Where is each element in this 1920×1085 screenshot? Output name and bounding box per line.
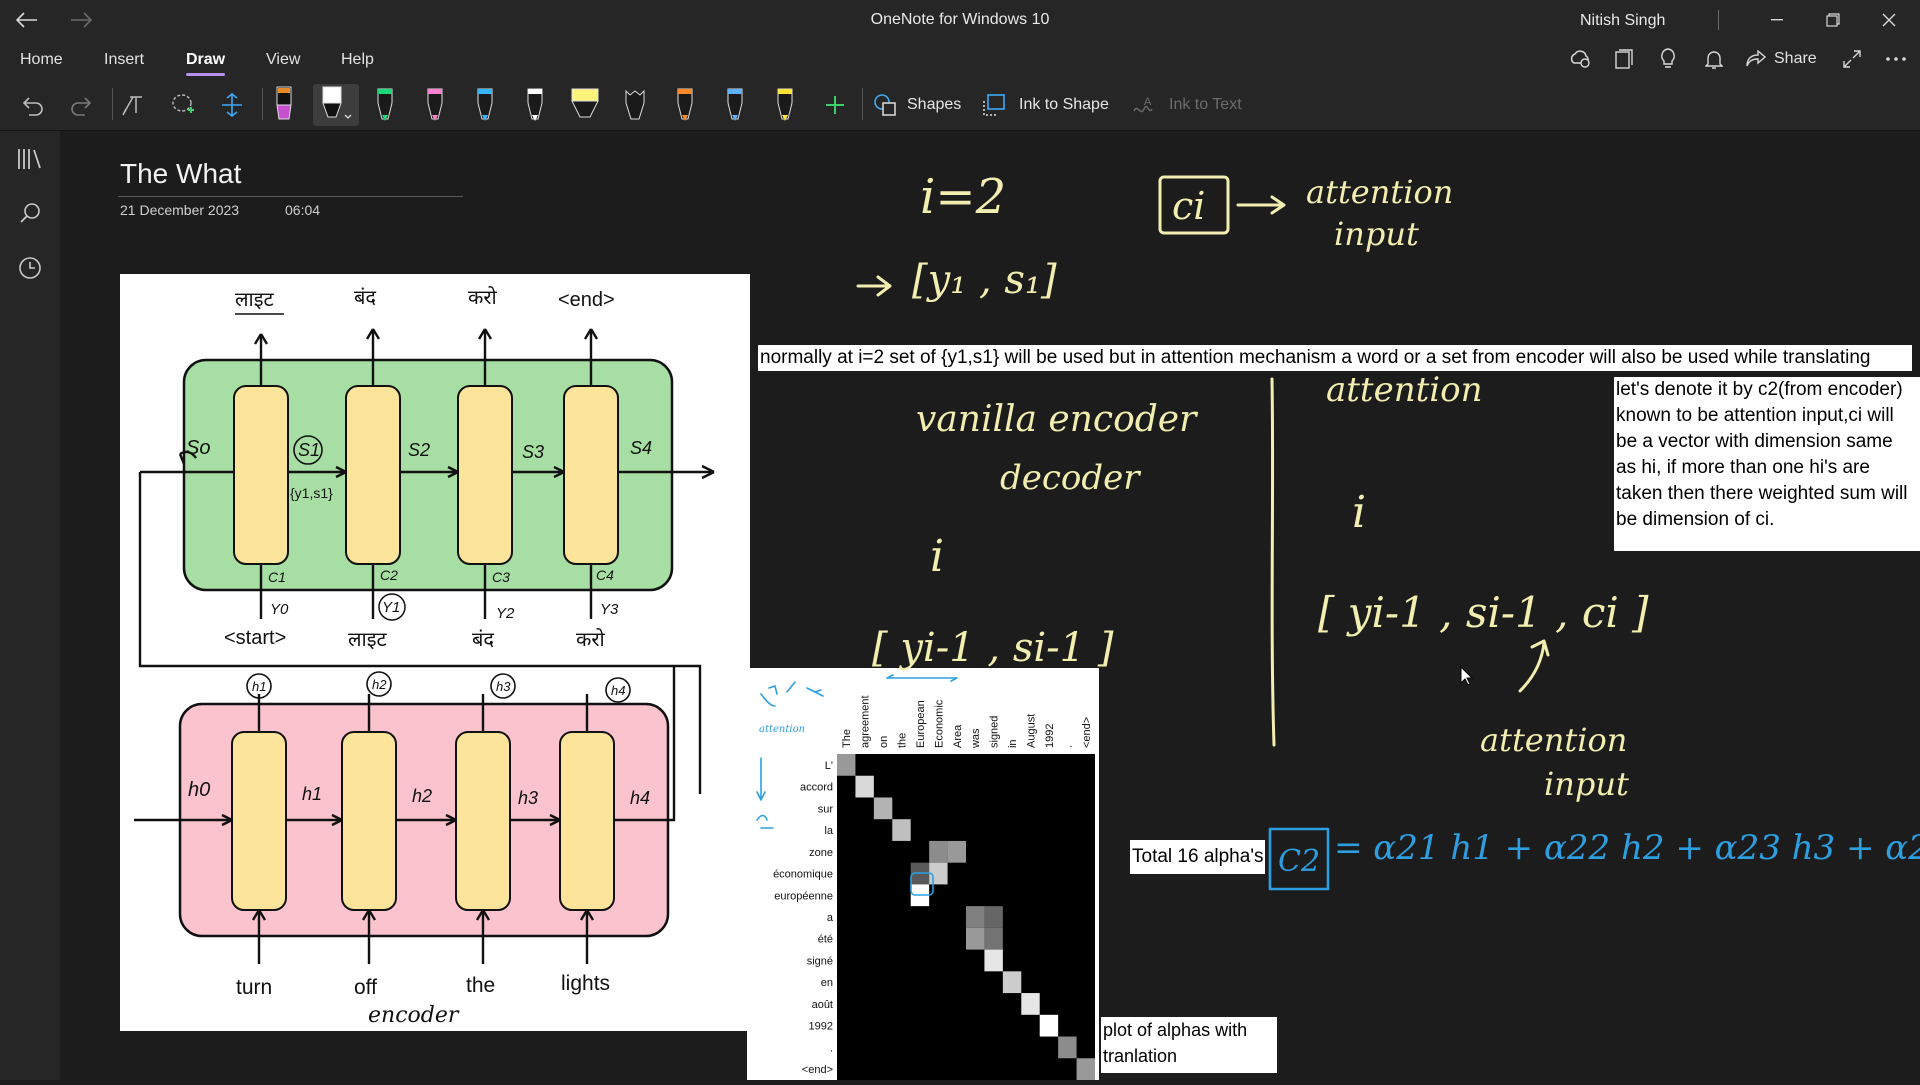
ink-layer[interactable]: i=2 [y₁ , s₁] ci attention input vanilla… — [60, 131, 1920, 1080]
toolbar-separator — [862, 88, 863, 120]
lightbulb-icon[interactable] — [1652, 40, 1684, 78]
more-options-icon[interactable] — [1880, 40, 1912, 78]
svg-text:A: A — [1144, 96, 1152, 108]
page-view-icon[interactable] — [1608, 40, 1640, 78]
highlighter-white-icon[interactable] — [313, 84, 359, 126]
ink-i-left: i — [930, 531, 944, 582]
pen-pink-icon[interactable] — [415, 84, 455, 126]
menu-home[interactable]: Home — [20, 40, 63, 78]
pen-blue-icon[interactable] — [465, 84, 505, 126]
back-icon[interactable] — [4, 0, 50, 40]
title-separator — [1718, 10, 1719, 30]
ink-to-text-button[interactable]: Ink to Text — [1169, 84, 1242, 126]
toolbar-separator — [112, 88, 113, 120]
share-label: Share — [1774, 50, 1817, 67]
lasso-select-icon[interactable] — [163, 84, 203, 126]
bell-icon[interactable] — [1698, 40, 1730, 78]
ink-decoder: decoder — [1000, 458, 1141, 498]
pen-purple-icon[interactable] — [264, 84, 304, 126]
highlighter-yellow-icon[interactable] — [565, 84, 605, 126]
ink-c2: C2 — [1278, 844, 1320, 879]
type-select-icon[interactable] — [114, 84, 154, 126]
add-space-icon[interactable] — [212, 84, 252, 126]
ink-input: input — [1334, 215, 1419, 253]
pen-calligraphy-icon[interactable] — [615, 84, 655, 126]
ink-y1s1: [y₁ , s₁] — [912, 257, 1057, 303]
share-button[interactable]: Share — [1746, 40, 1846, 78]
ink-attn-input-b: input — [1544, 765, 1629, 803]
share-icon — [1746, 50, 1766, 67]
ink-attention-right: attention — [1326, 370, 1483, 410]
ink-attn-input-a: attention — [1480, 721, 1627, 759]
shapes-icon[interactable] — [870, 84, 900, 126]
fullscreen-icon[interactable] — [1836, 40, 1868, 78]
pen-green-icon[interactable] — [365, 84, 405, 126]
ink-to-text-icon[interactable]: A — [1130, 84, 1160, 126]
pen-yellow-icon[interactable] — [765, 84, 805, 126]
ink-attention: attention — [1306, 173, 1453, 211]
recent-icon[interactable] — [14, 252, 46, 284]
minimize-button[interactable] — [1754, 0, 1800, 40]
pen-white-icon[interactable] — [515, 84, 555, 126]
close-button[interactable] — [1866, 0, 1912, 40]
forward-icon[interactable] — [58, 0, 104, 40]
sync-icon[interactable] — [1564, 40, 1596, 78]
pen-orange-icon[interactable] — [665, 84, 705, 126]
menu-view[interactable]: View — [266, 40, 300, 78]
ink-yi-si: [ yi-1 , si-1 ] — [872, 625, 1114, 671]
shapes-button[interactable]: Shapes — [907, 84, 961, 126]
mouse-cursor-icon — [1460, 665, 1474, 691]
menu-insert[interactable]: Insert — [104, 40, 144, 78]
ink-i-eq: i=2 — [920, 169, 1006, 225]
pen-lightblue-icon[interactable] — [715, 84, 755, 126]
menu-help[interactable]: Help — [341, 40, 374, 78]
ink-c2-equation: = α21 h1 + α22 h2 + α23 h3 + α24 h4 — [1334, 828, 1920, 868]
user-name[interactable]: Nitish Singh — [1580, 0, 1665, 40]
ink-vanilla: vanilla encoder — [916, 399, 1198, 440]
ink-to-shape-icon[interactable] — [980, 84, 1010, 126]
restore-button[interactable] — [1810, 0, 1856, 40]
ink-ci: ci — [1172, 184, 1205, 228]
undo-icon[interactable] — [12, 84, 52, 126]
notebooks-icon[interactable] — [14, 143, 46, 175]
ink-yi-si-ci: [ yi-1 , si-1 , ci ] — [1318, 588, 1649, 637]
ink-i-right: i — [1352, 487, 1366, 538]
add-pen-icon[interactable] — [815, 84, 855, 126]
menu-draw[interactable]: Draw — [186, 40, 226, 78]
ink-to-shape-button[interactable]: Ink to Shape — [1019, 84, 1109, 126]
redo-icon[interactable] — [62, 84, 102, 126]
search-icon[interactable] — [14, 197, 46, 229]
toolbar-separator — [262, 88, 263, 120]
